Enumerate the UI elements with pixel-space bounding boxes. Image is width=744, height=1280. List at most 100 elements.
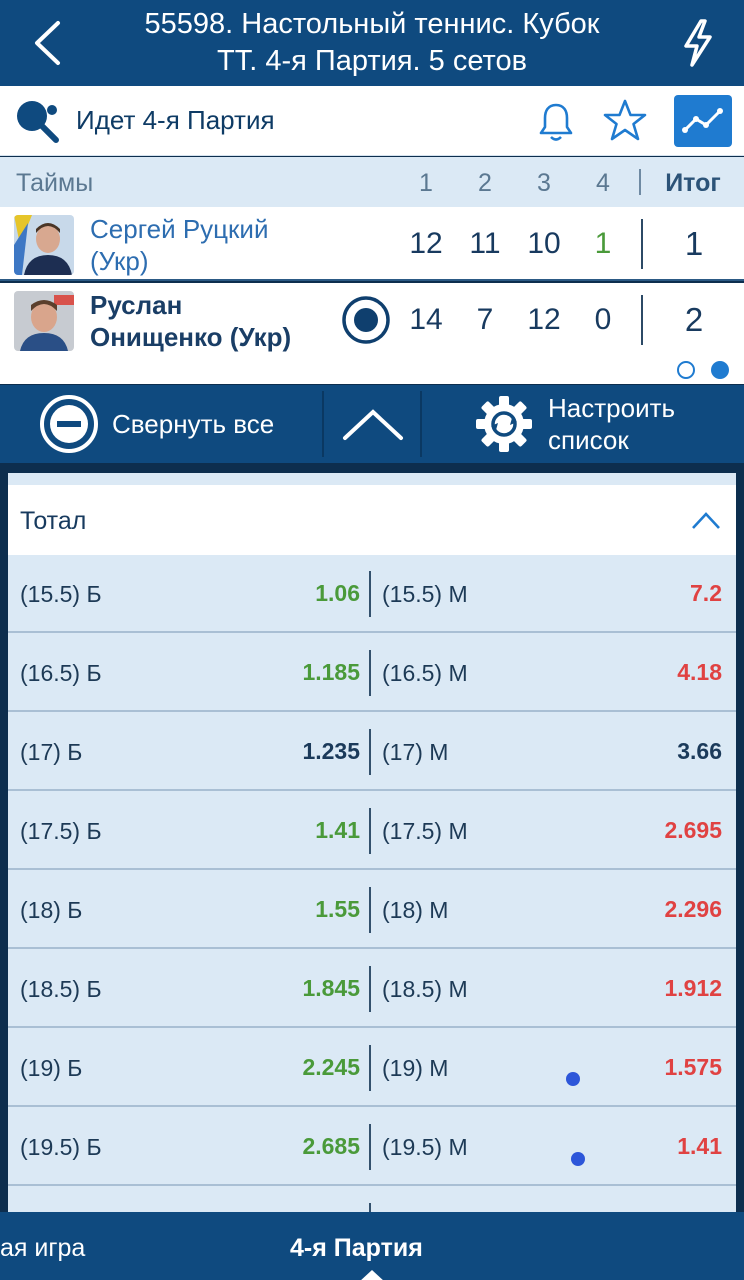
odds-divider [369,729,371,775]
configure-list-button[interactable]: Настроить список [474,389,675,459]
match-status-bar: Идет 4-я Партия [0,86,744,156]
under-label[interactable]: (18.5) М [382,976,468,1003]
under-odds[interactable]: 2.296 [598,896,722,923]
touch-indicator-dot [571,1152,585,1166]
page-dot-inactive[interactable] [677,361,695,379]
gear-icon [476,396,532,452]
over-odds[interactable]: 1.845 [248,975,360,1002]
over-odds[interactable]: 2.245 [248,1054,360,1081]
under-odds[interactable]: 1.41 [598,1133,722,1160]
player-name-line-1: Руслан [90,290,183,320]
page: 55598. Настольный теннис. Кубок ТТ. 4-я … [0,0,744,1280]
over-label[interactable]: (16.5) Б [20,660,102,687]
odds-divider [369,650,371,696]
scroll-up-button[interactable] [330,393,416,455]
under-odds[interactable]: 2.695 [598,817,722,844]
over-odds[interactable]: 1.235 [248,738,360,765]
player-name-line-2: Онищенко (Укр) [90,322,292,352]
tab-current[interactable]: 4-я Партия [290,1234,423,1263]
odds-divider [369,1124,371,1170]
under-odds[interactable]: 4.18 [598,659,722,686]
set-1-score: 14 [409,303,443,336]
total-market: Тотал (15.5) Б 1.06 (15.5) М 7.2 (16.5) … [8,485,736,1280]
collapse-all-label: Свернуть все [112,408,275,439]
odds-row: (19) Б 2.245 (19) М 1.575 [8,1029,736,1107]
set-1-header: 1 [419,169,433,197]
market-header[interactable]: Тотал [8,485,736,555]
market-toolbar: Свернуть все Настроить список [0,385,744,463]
chevron-up-icon[interactable] [690,509,722,531]
set-1-score: 12 [409,227,443,260]
over-label[interactable]: (15.5) Б [20,581,102,608]
avatar [14,215,74,275]
over-label[interactable]: (18.5) Б [20,976,102,1003]
odds-row: (19.5) Б 2.685 (19.5) М 1.41 [8,1108,736,1186]
configure-list-label: Настроить список [548,392,675,456]
serve-indicator-icon [342,296,390,344]
player-row: Руслан Онищенко (Укр) 14 7 12 0 2 [0,283,744,357]
under-label[interactable]: (17.5) М [382,818,468,845]
page-title: 55598. Настольный теннис. Кубок ТТ. 4-я … [90,6,654,80]
player-name: Руслан Онищенко (Укр) [90,289,291,353]
app-header: 55598. Настольный теннис. Кубок ТТ. 4-я … [0,0,744,86]
tab-previous[interactable]: ая игра [0,1234,85,1263]
sets-label: Таймы [16,169,94,197]
score-table-header: Таймы 1 2 3 4 Итог [0,157,744,207]
odds-divider [369,887,371,933]
set-2-header: 2 [478,169,492,197]
minus-circle-icon [40,395,98,453]
page-indicator [0,357,744,384]
chevron-up-icon [343,409,403,440]
collapse-all-button[interactable]: Свернуть все [38,393,274,455]
page-dot-active[interactable] [711,361,729,379]
over-label[interactable]: (19) Б [20,1055,82,1082]
over-odds[interactable]: 1.55 [248,896,360,923]
under-label[interactable]: (18) М [382,897,448,924]
over-odds[interactable]: 1.185 [248,659,360,686]
section-gap [0,463,744,485]
over-label[interactable]: (17) Б [20,739,82,766]
set-3-score: 12 [527,303,561,336]
over-odds[interactable]: 1.06 [248,580,360,607]
lightning-icon [684,19,712,67]
star-icon[interactable] [602,98,648,144]
total-header: Итог [665,169,721,197]
back-button[interactable] [22,14,72,72]
odds-row: (18) Б 1.55 (18) М 2.296 [8,871,736,949]
stats-button[interactable] [674,95,732,147]
under-label[interactable]: (17) М [382,739,448,766]
market-title: Тотал [20,507,87,535]
active-tab-indicator [359,1270,385,1280]
configure-line-2: список [548,425,629,455]
odds-row: (16.5) Б 1.185 (16.5) М 4.18 [8,634,736,712]
under-odds[interactable]: 7.2 [598,580,722,607]
set-4-header: 4 [596,169,610,197]
touch-indicator-dot [566,1072,580,1086]
over-label[interactable]: (19.5) Б [20,1134,102,1161]
under-odds[interactable]: 3.66 [598,738,722,765]
odds-divider [369,808,371,854]
total-score: 2 [684,301,704,338]
under-label[interactable]: (15.5) М [382,581,468,608]
over-odds[interactable]: 1.41 [248,817,360,844]
trend-line-icon [682,108,723,133]
under-label[interactable]: (19.5) М [382,1134,468,1161]
player-row: Сергей Руцкий (Укр) 12 11 10 1 1 [0,207,744,281]
match-status-text: Идет 4-я Партия [76,105,275,135]
quick-bet-button[interactable] [674,14,722,72]
over-odds[interactable]: 2.685 [248,1133,360,1160]
under-label[interactable]: (19) М [382,1055,448,1082]
set-3-score: 10 [527,227,561,260]
under-odds[interactable]: 1.912 [598,975,722,1002]
odds-row: (18.5) Б 1.845 (18.5) М 1.912 [8,950,736,1028]
odds-divider [369,966,371,1012]
over-label[interactable]: (17.5) Б [20,818,102,845]
under-label[interactable]: (16.5) М [382,660,468,687]
total-score: 1 [684,225,704,262]
header-divider [639,169,641,195]
score-divider [641,295,643,345]
title-line-2: ТТ. 4-я Партия. 5 сетов [217,45,527,77]
under-odds[interactable]: 1.575 [598,1054,722,1081]
bell-icon[interactable] [534,100,578,144]
over-label[interactable]: (18) Б [20,897,82,924]
